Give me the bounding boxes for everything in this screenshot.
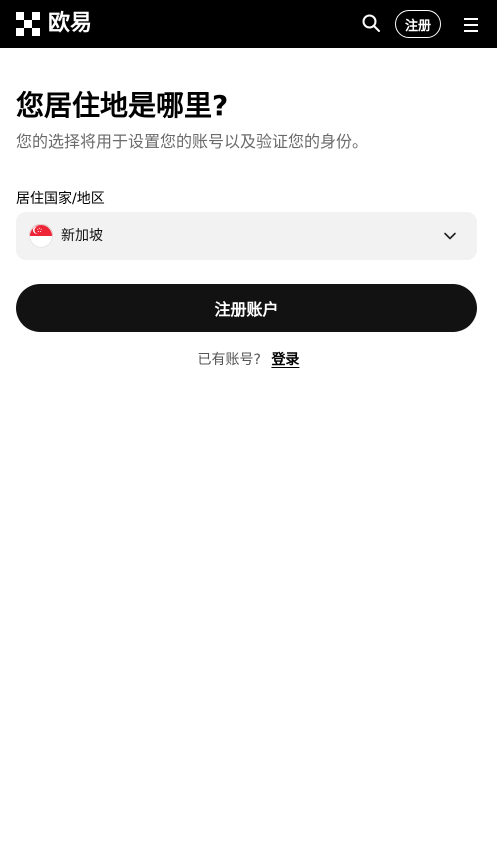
singapore-flag-icon: [29, 224, 53, 248]
login-link[interactable]: 登录: [271, 352, 299, 368]
country-select-value: 新加坡: [61, 228, 103, 244]
menu-icon: [464, 18, 478, 32]
page-subtitle: 您的选择将用于设置您的账号以及验证您的身份。: [16, 132, 369, 151]
register-account-button[interactable]: 注册账户: [16, 284, 477, 332]
login-prompt-row: 已有账号? 登录: [0, 349, 497, 371]
okx-logo-icon: [16, 12, 40, 36]
country-select[interactable]: 新加坡: [16, 212, 477, 260]
login-prompt-text: 已有账号?: [197, 352, 261, 368]
brand-logo[interactable]: 欧易: [16, 12, 92, 36]
page-title: 您居住地是哪里?: [16, 89, 229, 122]
header-register-button[interactable]: 注册: [395, 10, 441, 38]
search-button[interactable]: [361, 13, 381, 33]
menu-button[interactable]: [461, 15, 481, 35]
search-icon: [362, 14, 380, 32]
top-navigation-bar: 欧易 注册: [0, 0, 497, 48]
brand-name: 欧易: [48, 11, 93, 36]
country-field-label: 居住国家/地区: [16, 191, 105, 207]
chevron-down-icon: [444, 232, 456, 240]
